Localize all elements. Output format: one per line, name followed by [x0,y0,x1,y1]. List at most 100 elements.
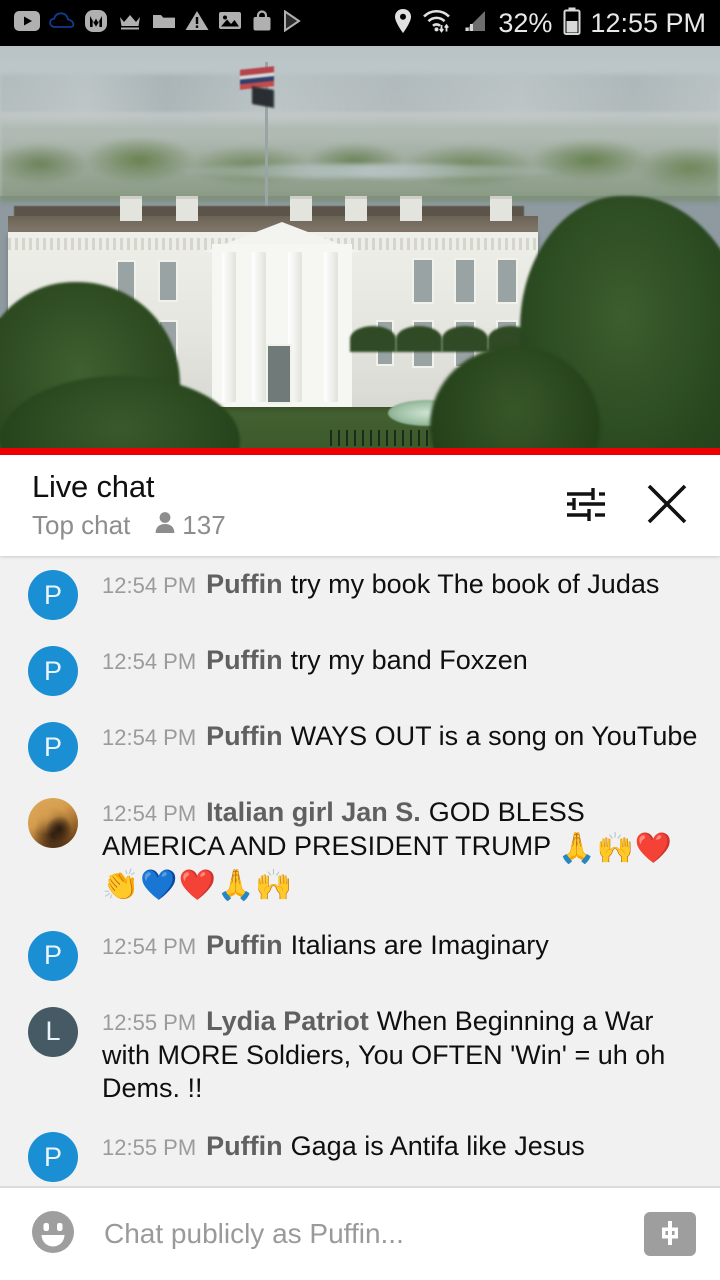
chat-mode-label[interactable]: Top chat [32,512,130,538]
flag-lower [252,86,274,108]
chat-message[interactable]: L 12:55 PM Lydia Patriot When Beginning a W… [0,993,720,1118]
chat-message-input[interactable] [104,1218,632,1250]
wifi-icon [422,8,452,39]
super-chat-button[interactable] [644,1212,696,1256]
avatar[interactable]: P [28,722,78,772]
shopping-bag-icon [251,9,273,37]
avatar-initial: L [45,1016,61,1047]
chimney [345,196,367,221]
avatar[interactable]: P [28,570,78,620]
message-text: try my book The book of Judas [290,569,660,599]
warning-icon [185,10,209,36]
message-timestamp: 12:54 PM [102,933,197,959]
message-text: WAYS OUT is a song on YouTube [290,721,698,751]
message-author[interactable]: Lydia Patriot [206,1006,369,1036]
video-player[interactable] [0,46,720,448]
folder-icon [152,11,176,36]
chat-message-body: 12:54 PM Puffin WAYS OUT is a song on YouT… [102,720,702,754]
portico-column [252,252,266,402]
chat-message-body: 12:55 PM Puffin Gaga is Antifa like Jesus [102,1130,702,1164]
live-chat-header: Live chat Top chat 137 [0,455,720,556]
avatar[interactable]: P [28,1132,78,1182]
smiley-icon[interactable] [28,1207,78,1262]
message-timestamp: 12:54 PM [102,573,197,598]
live-chat-message-list[interactable]: P 12:54 PM Puffin try my book The book of J… [0,556,720,1186]
live-chat-title: Live chat [32,468,155,504]
clock-label: 12:55 PM [590,7,706,38]
chimney [490,196,512,221]
chat-message-body: 12:54 PM Puffin try my book The book of Ju… [102,568,702,602]
video-progress-bar[interactable] [0,448,720,455]
hedge [442,326,488,352]
hedge [350,326,396,352]
viewer-count-label: 137 [182,510,226,541]
chat-message-body: 12:55 PM Lydia Patriot When Beginning a Wa… [102,1005,702,1106]
message-timestamp: 12:55 PM [102,1135,197,1160]
status-bar: 32% 12:55 PM [0,0,720,46]
status-bar-notification-icons [14,9,302,38]
message-author[interactable]: Italian girl Jan S. [206,797,421,827]
viewer-count-group: 137 [153,510,226,541]
window [414,260,432,302]
avatar[interactable]: P [28,930,78,981]
avatar-initial: P [43,1141,62,1172]
close-chat-button[interactable] [636,475,698,537]
message-author[interactable]: Puffin [206,930,282,960]
chimney [400,196,422,221]
chat-input-bar [0,1188,720,1280]
chimney [120,196,142,221]
cloud-icon [49,11,75,36]
play-store-icon [282,9,302,37]
chat-message[interactable]: P 12:54 PM Puffin try my book The book of J… [0,556,720,632]
window [456,260,474,302]
river [180,164,560,178]
portico-column [222,252,236,402]
message-author[interactable]: Puffin [206,1131,282,1161]
tune-icon [563,482,607,529]
chat-message-body: 12:54 PM Italian girl Jan S. GOD BLESS AME… [102,796,702,905]
location-icon [393,8,413,39]
portico-column [324,252,338,402]
photos-icon [218,10,242,36]
message-timestamp: 12:54 PM [102,649,197,674]
chat-message[interactable]: P 12:54 PM Puffin WAYS OUT is a song on You… [0,708,720,784]
signal-icon [461,8,489,39]
chimney [290,196,312,221]
message-text: try my band Foxzen [290,645,528,675]
m-app-icon [84,9,108,38]
portico-doorway [268,346,290,402]
dollar-icon [655,1218,685,1251]
close-icon [643,480,691,531]
chat-message[interactable]: P 12:54 PM Puffin try my band Foxzen [0,632,720,708]
message-author[interactable]: Puffin [206,569,282,599]
chat-message[interactable]: 12:54 PM Italian girl Jan S. GOD BLESS AME… [0,784,720,917]
battery-icon [563,7,581,40]
avatar-initial: P [43,731,62,762]
chat-message-body: 12:54 PM Puffin Italians are Imaginary [102,929,702,963]
message-timestamp: 12:54 PM [102,725,197,750]
chimney [176,196,198,221]
message-text: Italians are Imaginary [290,929,549,960]
chat-message[interactable]: P 12:55 PM Puffin Gaga is Antifa like Jesus [0,1118,720,1186]
chat-message[interactable]: P 12:54 PM Puffin Italians are Imaginary [0,917,720,993]
avatar[interactable] [28,798,78,848]
crown-icon [117,11,143,36]
hedge [396,326,442,352]
window [160,262,176,300]
person-icon [153,510,177,540]
message-author[interactable]: Puffin [206,645,282,675]
chat-settings-button[interactable] [554,475,616,537]
status-bar-system-icons: 32% 12:55 PM [393,7,706,40]
live-chat-subrow: Top chat 137 [32,510,554,540]
message-author[interactable]: Puffin [206,721,282,751]
avatar[interactable]: L [28,1006,78,1057]
window [498,260,516,302]
message-timestamp: 12:55 PM [102,1009,197,1035]
avatar[interactable]: P [28,646,78,696]
distant-treeline [0,124,720,202]
portico-column [288,252,302,402]
avatar-initial: P [43,655,62,686]
message-timestamp: 12:54 PM [102,801,197,826]
avatar-initial: P [43,579,62,610]
youtube-icon [14,10,40,36]
